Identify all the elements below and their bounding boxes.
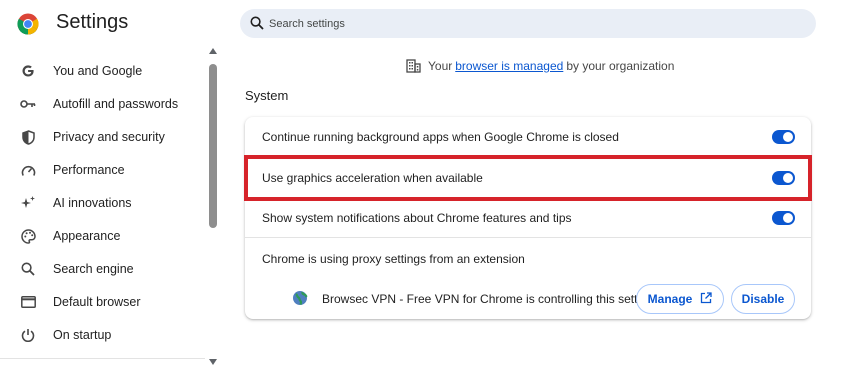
building-icon bbox=[406, 59, 421, 73]
speedometer-icon bbox=[20, 162, 36, 178]
managed-notice: Your browser is managed by your organiza… bbox=[406, 58, 674, 74]
sidebar-item-ai-innovations[interactable]: AI innovations bbox=[0, 186, 205, 219]
system-settings-card: Continue running background apps when Go… bbox=[245, 117, 811, 319]
open-in-new-icon bbox=[700, 291, 712, 307]
browser-managed-link[interactable]: browser is managed bbox=[455, 59, 563, 73]
sidebar-item-privacy[interactable]: Privacy and security bbox=[0, 120, 205, 153]
setting-label: Chrome is using proxy settings from an e… bbox=[262, 252, 525, 266]
search-input[interactable] bbox=[269, 9, 789, 38]
sidebar-item-label: You and Google bbox=[53, 63, 143, 78]
sidebar-item-label: Appearance bbox=[53, 228, 121, 243]
scroll-up-arrow-icon[interactable] bbox=[209, 48, 217, 54]
google-g-icon bbox=[20, 63, 36, 79]
disable-button[interactable]: Disable bbox=[731, 284, 795, 314]
search-icon bbox=[250, 16, 264, 30]
disable-label: Disable bbox=[741, 292, 785, 306]
sidebar-item-label: Performance bbox=[53, 162, 125, 177]
managed-suffix: by your organization bbox=[566, 59, 675, 73]
scrollbar-thumb[interactable] bbox=[209, 64, 217, 228]
power-icon bbox=[20, 327, 36, 343]
sparkle-icon bbox=[20, 195, 36, 211]
sidebar: You and Google Autofill and passwords Pr… bbox=[0, 53, 222, 365]
extension-control-text: Browsec VPN - Free VPN for Chrome is con… bbox=[322, 292, 654, 306]
setting-row-system-notifications[interactable]: Show system notifications about Chrome f… bbox=[245, 198, 811, 237]
system-notifications-toggle[interactable] bbox=[772, 211, 795, 225]
managed-prefix: Your bbox=[428, 59, 453, 73]
sidebar-item-label: Default browser bbox=[53, 294, 141, 309]
sidebar-item-autofill[interactable]: Autofill and passwords bbox=[0, 87, 205, 120]
background-apps-toggle[interactable] bbox=[772, 130, 795, 144]
browser-window-icon bbox=[20, 294, 36, 310]
shield-icon bbox=[20, 129, 36, 145]
setting-label: Continue running background apps when Go… bbox=[262, 130, 619, 144]
manage-button[interactable]: Manage bbox=[636, 284, 724, 314]
search-bar[interactable] bbox=[240, 9, 816, 38]
manage-label: Manage bbox=[647, 292, 693, 306]
sidebar-item-appearance[interactable]: Appearance bbox=[0, 219, 205, 252]
setting-label: Show system notifications about Chrome f… bbox=[262, 211, 572, 225]
sidebar-item-label: AI innovations bbox=[53, 195, 132, 210]
sidebar-scrollbar[interactable] bbox=[208, 48, 218, 365]
scroll-down-arrow-icon[interactable] bbox=[209, 359, 217, 365]
sidebar-item-label: Search engine bbox=[53, 261, 134, 276]
sidebar-item-label: Privacy and security bbox=[53, 129, 165, 144]
sidebar-item-search-engine[interactable]: Search engine bbox=[0, 252, 205, 285]
page-title: Settings bbox=[56, 11, 129, 33]
globe-icon bbox=[292, 290, 308, 306]
sidebar-item-label: On startup bbox=[53, 327, 112, 342]
search-icon bbox=[20, 261, 36, 277]
sidebar-item-default-browser[interactable]: Default browser bbox=[0, 285, 205, 318]
sidebar-divider bbox=[0, 358, 205, 359]
sidebar-item-you-and-google[interactable]: You and Google bbox=[0, 54, 205, 87]
sidebar-item-on-startup[interactable]: On startup bbox=[0, 318, 205, 351]
section-title: System bbox=[245, 88, 289, 103]
key-icon bbox=[20, 96, 36, 112]
highlight-box bbox=[244, 155, 812, 201]
chrome-logo-icon bbox=[17, 13, 39, 35]
palette-icon bbox=[20, 228, 36, 244]
setting-row-background-apps[interactable]: Continue running background apps when Go… bbox=[245, 117, 811, 157]
sidebar-item-performance[interactable]: Performance bbox=[0, 153, 205, 186]
setting-row-proxy: Chrome is using proxy settings from an e… bbox=[245, 238, 811, 278]
sidebar-item-label: Autofill and passwords bbox=[53, 96, 179, 111]
